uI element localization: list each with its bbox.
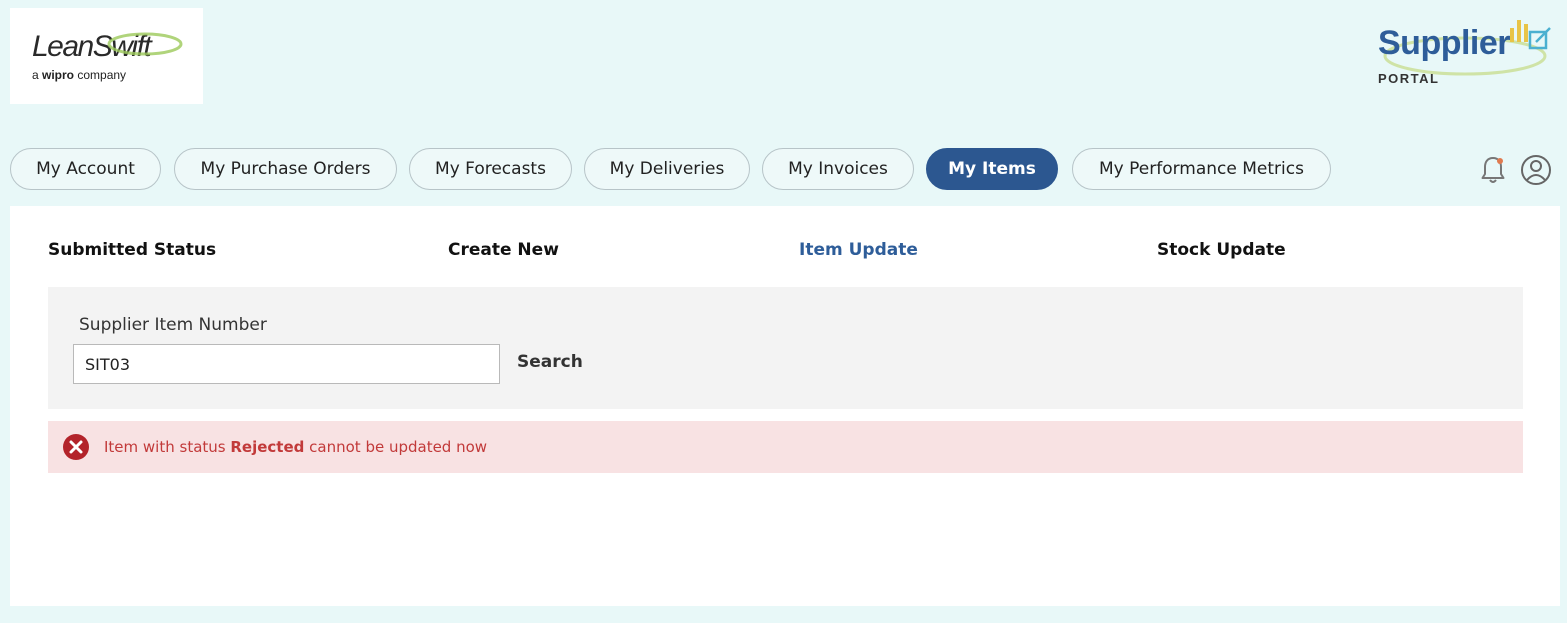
- content-panel: Submitted Status Create New Item Update …: [10, 206, 1560, 606]
- bell-icon: [1481, 157, 1505, 183]
- user-profile-button[interactable]: [1520, 154, 1551, 186]
- supplier-portal-logo: Supplier PORTAL: [1370, 8, 1560, 93]
- tab-my-purchase-orders[interactable]: My Purchase Orders: [174, 148, 397, 190]
- error-circle-icon: [63, 434, 89, 460]
- subtab-submitted-status[interactable]: Submitted Status: [48, 240, 216, 260]
- logo-swoosh-icon: [107, 32, 183, 56]
- tab-my-invoices[interactable]: My Invoices: [762, 148, 914, 190]
- subtab-stock-update[interactable]: Stock Update: [1157, 240, 1286, 260]
- company-logo: LeanSwift a wipro company: [10, 8, 203, 104]
- supplier-item-number-input[interactable]: [73, 344, 500, 384]
- notification-button[interactable]: [1478, 154, 1508, 186]
- logo-tagline: a wipro company: [32, 68, 127, 82]
- supplier-item-number-label: Supplier Item Number: [79, 315, 267, 335]
- subtab-item-update[interactable]: Item Update: [799, 240, 918, 260]
- tab-my-items[interactable]: My Items: [926, 148, 1058, 190]
- tab-my-performance-metrics[interactable]: My Performance Metrics: [1072, 148, 1331, 190]
- user-circle-icon: [1521, 155, 1551, 185]
- tab-my-account[interactable]: My Account: [10, 148, 161, 190]
- subtab-create-new[interactable]: Create New: [448, 240, 559, 260]
- search-section: Supplier Item Number Search: [48, 287, 1523, 409]
- status-rejected: Rejected: [230, 438, 305, 456]
- portal-title: Supplier: [1378, 24, 1511, 62]
- tab-my-forecasts[interactable]: My Forecasts: [409, 148, 572, 190]
- error-message: Item with status Rejected cannot be upda…: [104, 438, 488, 456]
- tab-my-deliveries[interactable]: My Deliveries: [584, 148, 750, 190]
- portal-subtitle: PORTAL: [1378, 71, 1440, 86]
- search-button[interactable]: Search: [517, 352, 583, 372]
- error-alert: Item with status Rejected cannot be upda…: [48, 421, 1523, 473]
